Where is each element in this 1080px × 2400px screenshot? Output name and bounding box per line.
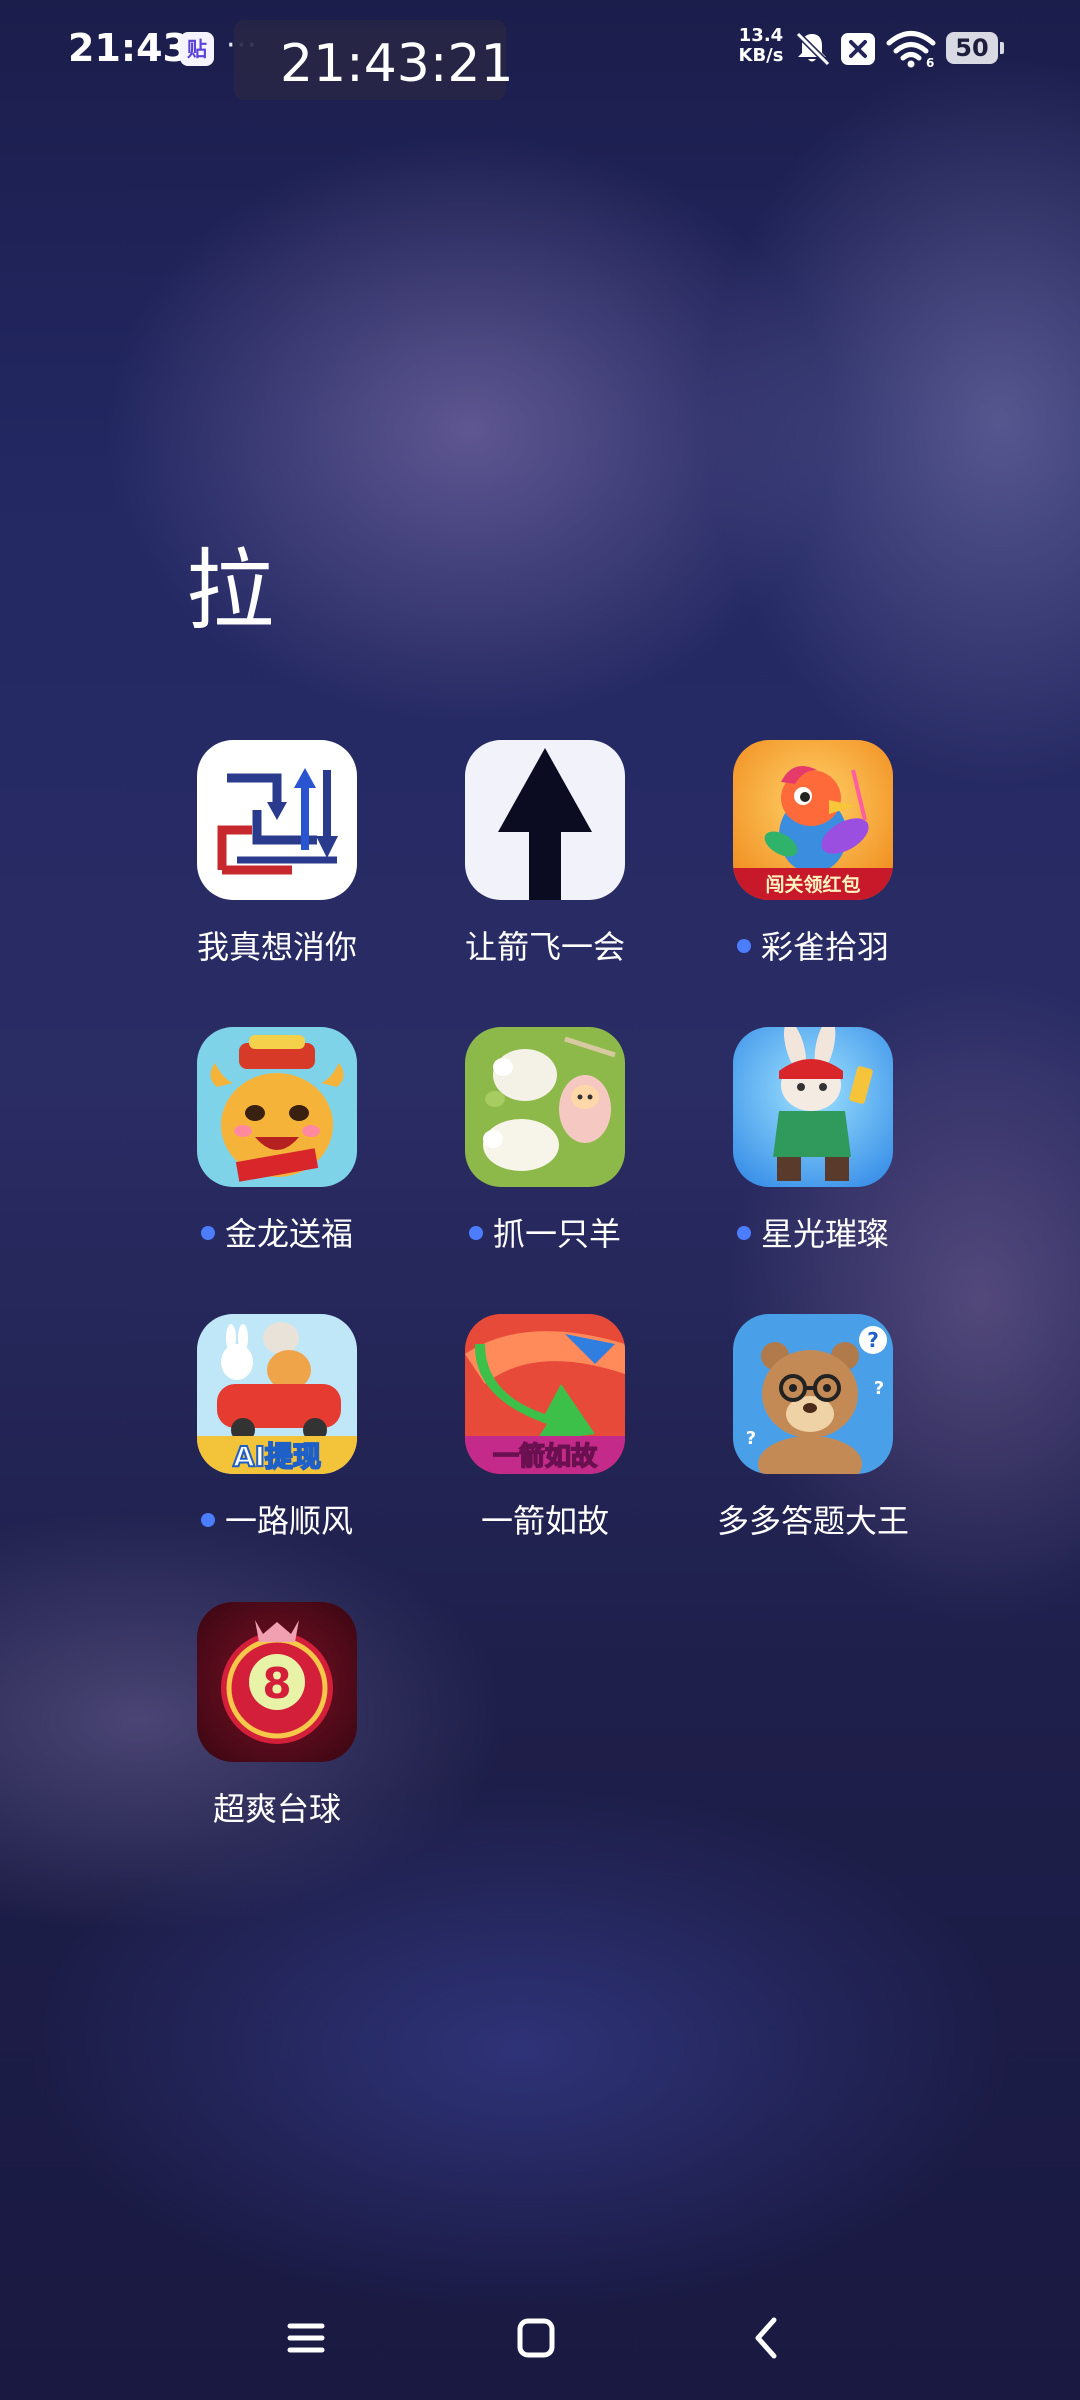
folder-title[interactable]: 拉: [186, 520, 274, 647]
app-星光璀璨[interactable]: 星光璀璨: [688, 1027, 918, 1253]
svg-text:?: ?: [874, 1378, 884, 1399]
new-indicator-dot: [200, 1513, 215, 1527]
app-让箭飞一会[interactable]: 让箭飞一会: [420, 740, 650, 966]
new-indicator-dot: [736, 1226, 751, 1240]
wifi-icon: 6: [886, 30, 936, 72]
app-一路顺风[interactable]: AI提现 一路顺风: [152, 1314, 382, 1540]
icon-banner-text: AI提现: [233, 1440, 321, 1473]
app-icon-sheep[interactable]: [465, 1027, 625, 1187]
back-icon[interactable]: [746, 2310, 786, 2370]
app-label: 星光璀璨: [688, 1209, 938, 1255]
app-抓一只羊[interactable]: 抓一只羊: [420, 1027, 650, 1253]
svg-text:6: 6: [926, 56, 934, 68]
notification-app-icon: 贴: [180, 32, 214, 66]
app-彩雀拾羽[interactable]: 闯关领红包 彩雀拾羽: [688, 740, 918, 966]
app-label: 一箭如故: [480, 1502, 609, 1540]
app-icon-billiard-ball[interactable]: 8: [197, 1602, 357, 1762]
network-speed-value: 13.4: [738, 25, 784, 46]
app-label: 让箭飞一会: [464, 928, 625, 966]
app-label: 超爽台球: [212, 1790, 341, 1828]
app-icon-arrows-puzzle[interactable]: [197, 740, 357, 900]
app-label: 抓一只羊: [420, 1209, 670, 1255]
bell-muted-icon: [792, 28, 832, 72]
app-icon-thinking-bear[interactable]: ? ? ?: [733, 1314, 893, 1474]
app-多多答题大王[interactable]: ? ? ? 多多答题大王: [688, 1314, 918, 1540]
app-icon-green-arrow[interactable]: 一箭如故: [465, 1314, 625, 1474]
battery-indicator: 50: [946, 32, 1004, 64]
network-speed-unit: KB/s: [738, 45, 784, 66]
new-indicator-dot: [468, 1226, 483, 1240]
icon-banner-text: 一箭如故: [493, 1441, 597, 1472]
status-time: 21:43: [68, 26, 189, 70]
app-icon-up-arrow[interactable]: [465, 740, 625, 900]
app-一箭如故[interactable]: 一箭如故 一箭如故: [420, 1314, 650, 1540]
app-超爽台球[interactable]: 8 超爽台球: [152, 1602, 382, 1828]
app-icon-golden-dragon[interactable]: [197, 1027, 357, 1187]
network-speed: 13.4 KB/s: [736, 26, 786, 66]
icon-badge-text: 8: [262, 1659, 291, 1708]
menu-icon[interactable]: [286, 2310, 326, 2370]
app-我真想消你[interactable]: 我真想消你: [152, 740, 382, 966]
svg-text:?: ?: [867, 1328, 879, 1352]
new-indicator-dot: [200, 1226, 215, 1240]
svg-text:?: ?: [746, 1428, 756, 1449]
app-label: 彩雀拾羽: [688, 922, 938, 968]
floating-clock-time: 21:43:21: [280, 34, 514, 94]
no-sim-icon: [840, 32, 876, 70]
app-label: 我真想消你: [196, 928, 357, 966]
app-金龙送福[interactable]: 金龙送福: [152, 1027, 382, 1253]
floating-clock[interactable]: 21:43:21: [234, 20, 514, 100]
app-label: 多多答题大王: [716, 1502, 909, 1540]
home-icon[interactable]: [516, 2310, 556, 2370]
app-icon-colorful-bird[interactable]: 闯关领红包: [733, 740, 893, 900]
new-indicator-dot: [736, 939, 751, 953]
app-icon-car-animals[interactable]: AI提现: [197, 1314, 357, 1474]
app-label: 一路顺风: [152, 1496, 402, 1542]
navigation-bar: [0, 2290, 1080, 2400]
icon-banner-text: 闯关领红包: [765, 873, 860, 896]
app-icon-rabbit[interactable]: [733, 1027, 893, 1187]
app-label: 金龙送福: [152, 1209, 402, 1255]
status-bar: 21:43 贴 ··· 13.4 KB/s 6 50: [0, 0, 1080, 100]
